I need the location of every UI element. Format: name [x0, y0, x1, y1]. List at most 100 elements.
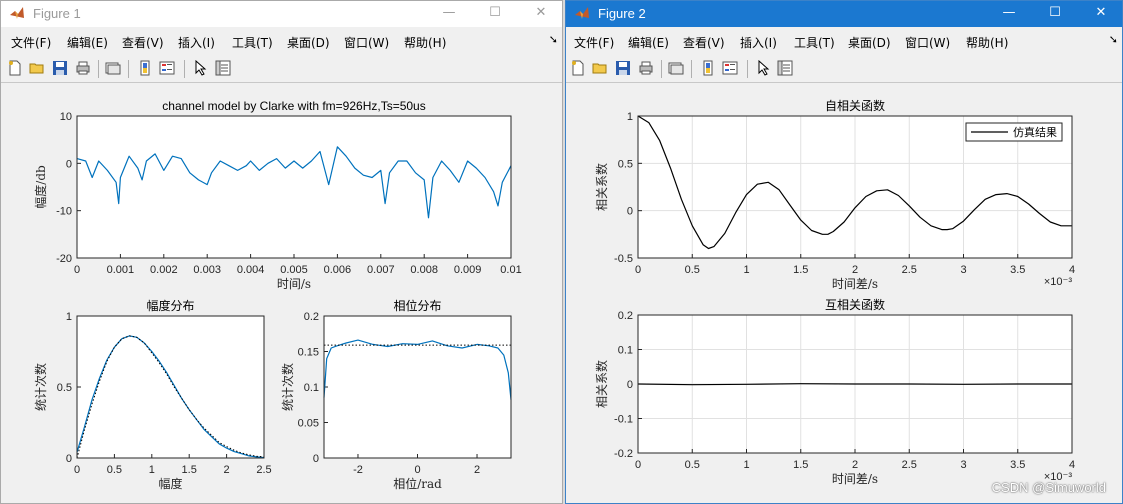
x-tick-label: 0	[414, 464, 420, 476]
x-tick-label: 1.5	[182, 464, 197, 476]
x-tick-label: 0.009	[454, 264, 482, 276]
toolbar-separator	[128, 60, 129, 78]
menu-insert[interactable]: 插入(I)	[740, 34, 777, 51]
minimize-button[interactable]: —	[426, 1, 472, 27]
x-tick-label: 3.5	[1010, 264, 1025, 276]
toolbar-separator	[184, 60, 185, 78]
y-tick-label: 10	[60, 111, 72, 123]
matlab-logo-icon	[10, 7, 24, 19]
chart-1: 0 0.001 0.002 0.003 0.004 0.005 0.006 0.007 0.00…	[33, 99, 522, 291]
y-axis-label: 相关系数	[594, 360, 609, 408]
figure-1-window: Figure 1 — ☐ ✕ 文件(F) 编辑(E) 查看(V) 插入(I) 工…	[0, 0, 563, 504]
x-tick-label: 2.5	[902, 264, 917, 276]
menu-file[interactable]: 文件(F)	[11, 34, 51, 51]
property-editor-icon[interactable]	[777, 60, 793, 76]
legend-icon[interactable]	[159, 60, 175, 76]
x-tick-label: 1.5	[793, 264, 808, 276]
property-editor-icon[interactable]	[215, 60, 231, 76]
plot-area	[324, 316, 511, 458]
print-icon[interactable]	[638, 60, 654, 76]
chart-title: 相位分布	[393, 298, 441, 313]
menu-view[interactable]: 查看(V)	[122, 34, 164, 51]
close-button[interactable]: ✕	[1078, 1, 1122, 27]
print-icon[interactable]	[75, 60, 91, 76]
save-icon[interactable]	[615, 60, 631, 76]
x-tick-label: 0.5	[685, 264, 700, 276]
x-tick-label: 0.001	[107, 264, 135, 276]
y-axis-label: 幅度/db	[33, 165, 48, 209]
pointer-icon[interactable]	[756, 60, 772, 76]
minimize-button[interactable]: —	[986, 1, 1032, 27]
x-axis-label: 时间/s	[277, 277, 311, 291]
x-tick-label: 2	[474, 464, 480, 476]
y-tick-label: -0.2	[614, 448, 633, 460]
x-tick-label: 0	[74, 264, 80, 276]
menu-view[interactable]: 查看(V)	[683, 34, 725, 51]
x-tick-label: 1	[149, 464, 155, 476]
y-tick-label: 1	[627, 111, 633, 123]
menu-overflow-icon[interactable]: ➘	[1109, 33, 1118, 46]
chart-title: 幅度分布	[146, 298, 194, 313]
save-icon[interactable]	[52, 60, 68, 76]
chart-5: 0 0.5 1 1.5 2 2.5 3 3.5 4 0.2 0.1 0 -0.1 -0.2 互相关函数时间差…	[594, 297, 1075, 486]
menu-tools[interactable]: 工具(T)	[794, 34, 835, 51]
y-tick-label: -20	[56, 253, 72, 265]
x-tick-label: 2	[852, 264, 858, 276]
menu-help[interactable]: 帮助(H)	[404, 34, 446, 51]
maximize-button[interactable]: ☐	[472, 1, 518, 27]
x-tick-label: 0	[635, 459, 641, 471]
x-tick-label: 3	[960, 459, 966, 471]
menu-window[interactable]: 窗口(W)	[905, 34, 950, 51]
figure-2-axes-area: 0 0.5 1 1.5 2 2.5 3 3.5 410.50-0.5自相关函数时间差/s相关系数…	[594, 98, 1075, 486]
menu-tools[interactable]: 工具(T)	[232, 34, 273, 51]
y-axis-label: 相关系数	[594, 163, 609, 211]
close-button[interactable]: ✕	[518, 1, 562, 27]
menu-help[interactable]: 帮助(H)	[966, 34, 1008, 51]
legend-icon[interactable]	[722, 60, 738, 76]
chart-title: 互相关函数	[825, 297, 885, 312]
chart-3: -2 0 2 0.2 0.15 0.1 0.05 0 相位分布相位/rad 统计次数	[280, 298, 512, 491]
x-tick-label: -2	[353, 464, 363, 476]
menu-desktop[interactable]: 桌面(D)	[287, 34, 330, 51]
colorbar-icon[interactable]	[700, 60, 716, 76]
open-folder-icon[interactable]	[29, 60, 45, 76]
new-file-icon[interactable]	[570, 60, 586, 76]
y-tick-label: 0.1	[618, 345, 633, 357]
menu-overflow-icon[interactable]: ➘	[549, 33, 558, 46]
open-folder-icon[interactable]	[592, 60, 608, 76]
x-tick-label: 2.5	[256, 464, 271, 476]
x-axis-label: 时间差/s	[832, 277, 878, 291]
y-axis-label: 统计次数	[280, 363, 295, 411]
x-tick-label: 2	[224, 464, 230, 476]
y-tick-label: 0.2	[618, 310, 633, 322]
x-exponent-label: ×10⁻³	[1044, 276, 1072, 288]
new-file-icon[interactable]	[7, 60, 23, 76]
chart-2: 0 0.5 1 1.5 2 2.5 1 0.5 0 幅度分布幅度 统计次数	[33, 298, 272, 491]
menu-insert[interactable]: 插入(I)	[178, 34, 215, 51]
matlab-logo-icon	[575, 7, 589, 19]
menu-edit[interactable]: 编辑(E)	[67, 34, 108, 51]
maximize-button[interactable]: ☐	[1032, 1, 1078, 27]
menu-desktop[interactable]: 桌面(D)	[848, 34, 891, 51]
y-tick-label: 0	[627, 379, 633, 391]
x-axis-label: 幅度	[158, 476, 182, 491]
x-tick-label: 0.006	[324, 264, 352, 276]
y-tick-label: 0	[313, 453, 319, 465]
toolbar	[566, 56, 1122, 83]
link-plot-icon[interactable]	[668, 60, 684, 76]
x-tick-label: 4	[1069, 459, 1075, 471]
menu-window[interactable]: 窗口(W)	[344, 34, 389, 51]
menu-file[interactable]: 文件(F)	[574, 34, 614, 51]
x-tick-label: 2	[852, 459, 858, 471]
chart-title: 自相关函数	[825, 98, 885, 113]
colorbar-icon[interactable]	[137, 60, 153, 76]
legend-entry: 仿真结果	[1013, 125, 1057, 139]
y-tick-label: 0	[627, 206, 633, 218]
pointer-icon[interactable]	[193, 60, 209, 76]
menu-edit[interactable]: 编辑(E)	[628, 34, 669, 51]
toolbar-separator	[661, 60, 662, 78]
window-title: Figure 2	[598, 6, 646, 21]
x-tick-label: 0.002	[150, 264, 178, 276]
figure-canvas: 0 0.5 1 1.5 2 2.5 3 3.5 4 1 0.5 0 -0.5 自相关函数 时间差/s 相关系数…	[566, 83, 1122, 503]
link-plot-icon[interactable]	[105, 60, 121, 76]
